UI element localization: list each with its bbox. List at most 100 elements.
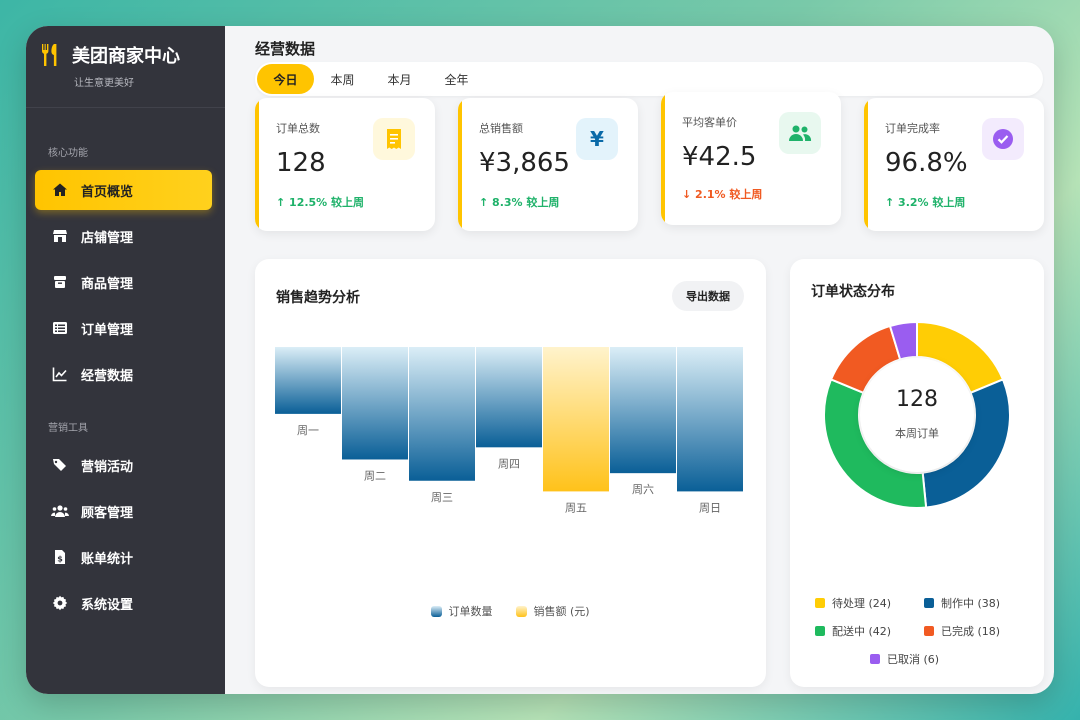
export-data-button[interactable]: 导出数据 bbox=[672, 281, 744, 311]
sidebar-item-label: 系统设置 bbox=[81, 597, 134, 613]
page-title: 经营数据 bbox=[255, 40, 316, 58]
sidebar-item-customers[interactable]: 顾客管理 bbox=[35, 491, 212, 531]
stat-card-completion-rate: 订单完成率 96.8% ↑ 3.2% 较上周 bbox=[864, 98, 1044, 231]
svg-text:$: $ bbox=[57, 555, 63, 564]
stat-value: ¥3,865 bbox=[479, 148, 570, 178]
x-tick-label: 周一 bbox=[297, 424, 319, 437]
stat-card-avg-price: 平均客单价 ¥42.5 ↓ 2.1% 较上周 bbox=[661, 92, 841, 225]
line-chart-icon bbox=[51, 365, 69, 383]
gear-icon bbox=[51, 594, 69, 612]
stat-label: 订单完成率 bbox=[885, 122, 940, 135]
home-icon bbox=[51, 181, 69, 199]
stat-value: ¥42.5 bbox=[682, 142, 757, 172]
sidebar-item-store[interactable]: 店铺管理 bbox=[35, 216, 212, 256]
x-tick-label: 周四 bbox=[498, 457, 520, 470]
donut-center-value: 128 bbox=[896, 387, 938, 412]
stat-card-orders: 订单总数 128 ↑ 12.5% 较上周 bbox=[255, 98, 435, 231]
stat-label: 平均客单价 bbox=[682, 116, 737, 129]
box-icon bbox=[51, 273, 69, 291]
invoice-icon: $ bbox=[51, 548, 69, 566]
app-window: 美团商家中心 让生意更美好 核心功能 首页概览 店铺管理 商品管理 订单管理 经… bbox=[26, 26, 1054, 694]
tab-year[interactable]: 全年 bbox=[428, 64, 485, 94]
period-tabs: 今日 本周 本月 全年 bbox=[255, 62, 1043, 96]
sidebar-item-label: 营销活动 bbox=[81, 459, 134, 475]
status-label: 待处理 (24) bbox=[832, 597, 892, 610]
status-item-delivering: 配送中 (42) bbox=[815, 623, 891, 639]
stat-change: ↑ 8.3% 较上周 bbox=[479, 196, 560, 209]
status-label: 制作中 (38) bbox=[941, 597, 1001, 610]
check-circle-icon bbox=[982, 118, 1024, 160]
fork-knife-icon bbox=[38, 42, 64, 68]
yen-icon: ¥ bbox=[576, 118, 618, 160]
sidebar-item-label: 经营数据 bbox=[81, 368, 134, 384]
stat-label: 总销售额 bbox=[479, 122, 523, 135]
bar-周三[interactable] bbox=[409, 347, 475, 481]
bar-周四[interactable] bbox=[476, 347, 542, 448]
legend-label: 订单数量 bbox=[448, 605, 493, 618]
bar-周二[interactable] bbox=[342, 347, 408, 460]
status-item-pending: 待处理 (24) bbox=[815, 595, 891, 611]
status-item-preparing: 制作中 (38) bbox=[924, 595, 1000, 611]
users-icon bbox=[779, 112, 821, 154]
sidebar-item-label: 顾客管理 bbox=[81, 505, 134, 521]
bar-周六[interactable] bbox=[610, 347, 676, 474]
section-label-core: 核心功能 bbox=[48, 148, 88, 159]
legend-item-orders: 订单数量 bbox=[431, 603, 492, 619]
sidebar: 美团商家中心 让生意更美好 核心功能 首页概览 店铺管理 商品管理 订单管理 经… bbox=[26, 26, 225, 694]
sidebar-item-products[interactable]: 商品管理 bbox=[35, 262, 212, 302]
sidebar-item-label: 商品管理 bbox=[81, 276, 134, 292]
sidebar-item-label: 店铺管理 bbox=[81, 230, 134, 246]
legend-item-sales: 销售额 (元) bbox=[516, 603, 590, 619]
order-status-donut bbox=[823, 321, 1011, 509]
stat-change: ↓ 2.1% 较上周 bbox=[682, 188, 763, 201]
status-item-completed: 已完成 (18) bbox=[924, 623, 1000, 639]
sidebar-item-marketing[interactable]: 营销活动 bbox=[35, 445, 212, 485]
x-tick-label: 周三 bbox=[431, 491, 453, 504]
stat-change: ↑ 3.2% 较上周 bbox=[885, 196, 966, 209]
tags-icon bbox=[51, 456, 69, 474]
brand: 美团商家中心 让生意更美好 bbox=[26, 26, 225, 108]
x-tick-label: 周六 bbox=[632, 483, 654, 496]
sidebar-item-billing[interactable]: $ 账单统计 bbox=[35, 537, 212, 577]
main-content: 经营数据 今日 本周 本月 全年 订单总数 128 ↑ 12.5% 较上周 总销… bbox=[225, 26, 1054, 694]
sidebar-item-business-data[interactable]: 经营数据 bbox=[35, 354, 212, 394]
panel-title: 订单状态分布 bbox=[811, 284, 895, 300]
sidebar-item-overview[interactable]: 首页概览 bbox=[35, 170, 212, 210]
status-dot bbox=[924, 598, 934, 608]
bar-周一[interactable] bbox=[275, 347, 341, 414]
sidebar-item-label: 账单统计 bbox=[81, 551, 134, 567]
sidebar-item-settings[interactable]: 系统设置 bbox=[35, 583, 212, 623]
donut-center-label: 本周订单 bbox=[895, 427, 939, 440]
status-dot bbox=[815, 626, 825, 636]
tab-today[interactable]: 今日 bbox=[257, 64, 314, 94]
sales-bar-chart: 周一周二周三 周四周五 周六周日 bbox=[275, 347, 743, 514]
sidebar-item-orders[interactable]: 订单管理 bbox=[35, 308, 212, 348]
x-tick-label: 周日 bbox=[699, 501, 721, 514]
sales-trend-panel: 销售趋势分析 导出数据 周一 周二 周三 周四 周五 周六 周日 订单数量 销售… bbox=[255, 259, 766, 687]
list-icon bbox=[51, 319, 69, 337]
legend-swatch bbox=[516, 605, 528, 617]
tab-week[interactable]: 本周 bbox=[314, 64, 371, 94]
status-dot bbox=[815, 598, 825, 608]
bar-周五[interactable] bbox=[543, 347, 609, 492]
stat-label: 订单总数 bbox=[276, 122, 320, 135]
legend-label: 销售额 (元) bbox=[533, 605, 590, 618]
x-tick-label: 周二 bbox=[364, 469, 386, 482]
sidebar-item-label: 订单管理 bbox=[81, 322, 134, 338]
stat-value: 96.8% bbox=[885, 148, 968, 178]
chart-legend: 订单数量 销售额 (元) bbox=[255, 603, 766, 619]
tab-month[interactable]: 本月 bbox=[371, 64, 428, 94]
status-dot bbox=[924, 626, 934, 636]
status-dot bbox=[870, 654, 880, 664]
donut-hole bbox=[860, 358, 974, 472]
brand-title: 美团商家中心 bbox=[72, 46, 180, 67]
status-label: 已完成 (18) bbox=[941, 625, 1001, 638]
legend-swatch bbox=[431, 605, 443, 617]
order-status-panel: 订单状态分布 128 本周订单 待处理 (24) 制作中 (38) 配送中 (4… bbox=[790, 259, 1044, 687]
bar-周日[interactable] bbox=[677, 347, 743, 492]
panel-title: 销售趋势分析 bbox=[276, 290, 360, 306]
sidebar-item-label: 首页概览 bbox=[81, 184, 134, 200]
status-label: 配送中 (42) bbox=[832, 625, 892, 638]
stat-card-sales: 总销售额 ¥3,865 ↑ 8.3% 较上周 ¥ bbox=[458, 98, 638, 231]
brand-subtitle: 让生意更美好 bbox=[74, 78, 134, 89]
